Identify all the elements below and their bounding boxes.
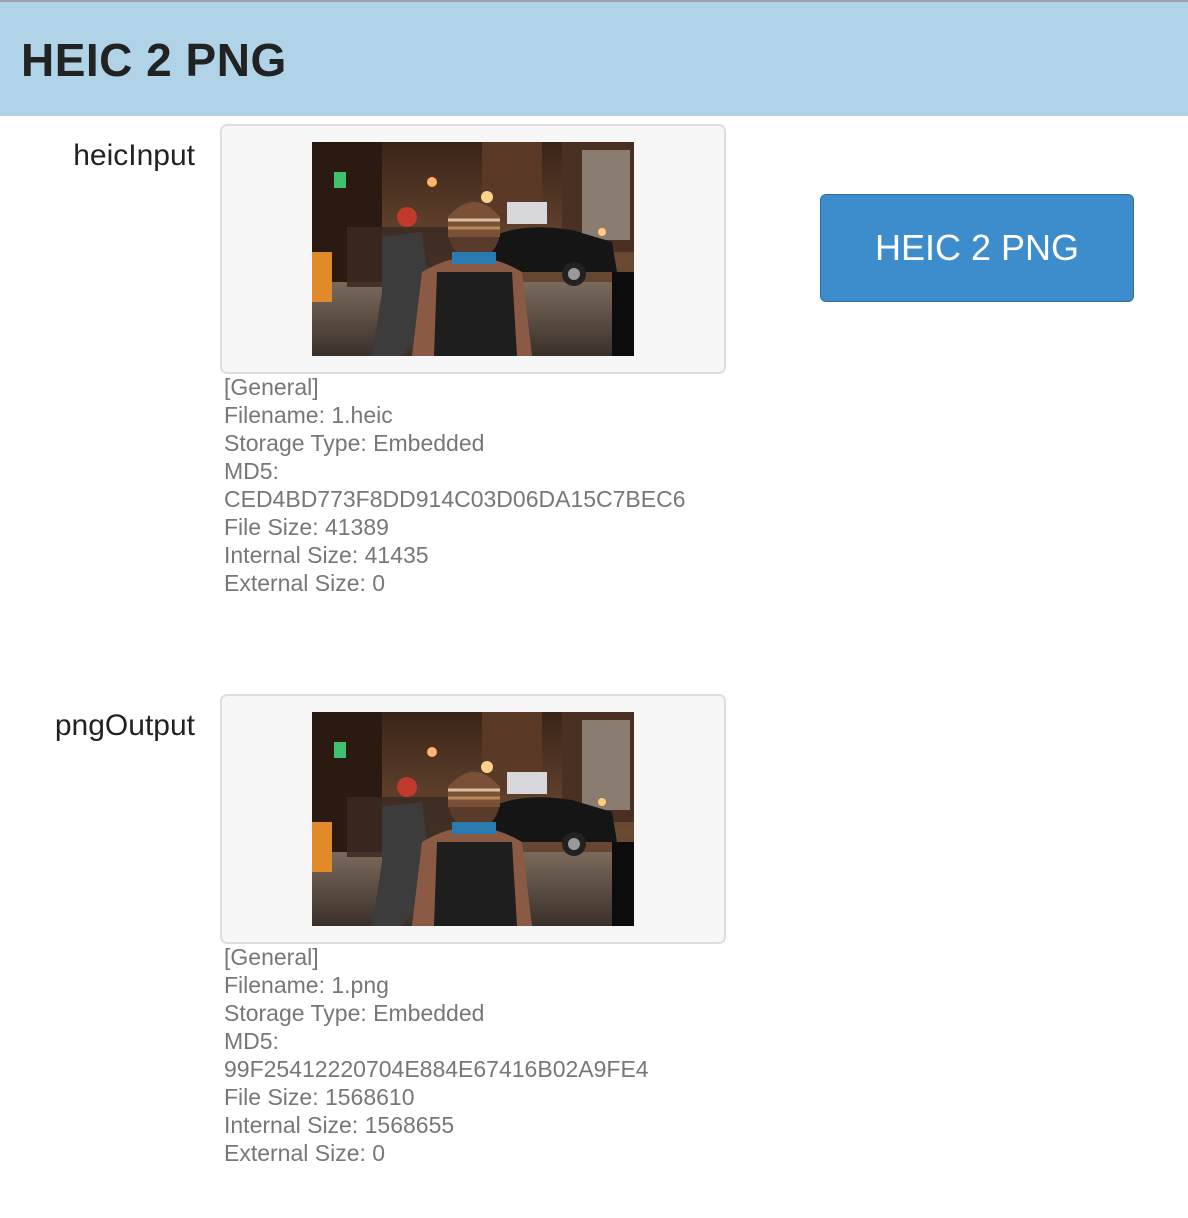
input-info-internal-size: Internal Size: 41435 xyxy=(224,542,429,568)
input-info-external-size: External Size: 0 xyxy=(224,570,386,596)
input-info-file-size: File Size: 41389 xyxy=(224,514,389,540)
convert-button[interactable]: HEIC 2 PNG xyxy=(820,194,1134,302)
input-file-info: [General] Filename: 1.heic Storage Type:… xyxy=(224,373,724,597)
input-info-md5-label: MD5: xyxy=(224,458,279,484)
output-info-md5-value: 99F25412220704E884E67416B02A9FE4 xyxy=(224,1056,649,1082)
output-file-info: [General] Filename: 1.png Storage Type: … xyxy=(224,943,724,1167)
page-title: HEIC 2 PNG xyxy=(21,34,287,86)
input-info-general: [General] xyxy=(224,374,319,400)
input-section-label: heicInput xyxy=(73,139,195,172)
output-info-general: [General] xyxy=(224,944,319,970)
input-info-filename: Filename: 1.heic xyxy=(224,402,393,428)
output-info-storage-type: Storage Type: Embedded xyxy=(224,1000,485,1026)
output-preview-box[interactable] xyxy=(220,694,726,944)
input-preview-image xyxy=(312,142,634,356)
app-header: HEIC 2 PNG xyxy=(0,0,1188,116)
output-info-filename: Filename: 1.png xyxy=(224,972,389,998)
output-info-md5-label: MD5: xyxy=(224,1028,279,1054)
input-info-storage-type: Storage Type: Embedded xyxy=(224,430,485,456)
output-info-external-size: External Size: 0 xyxy=(224,1140,386,1166)
output-info-file-size: File Size: 1568610 xyxy=(224,1084,415,1110)
output-info-internal-size: Internal Size: 1568655 xyxy=(224,1112,455,1138)
output-preview-image xyxy=(312,712,634,926)
input-preview-box[interactable] xyxy=(220,124,726,374)
output-section-label: pngOutput xyxy=(54,709,195,742)
input-info-md5-value: CED4BD773F8DD914C03D06DA15C7BEC6 xyxy=(224,486,686,512)
